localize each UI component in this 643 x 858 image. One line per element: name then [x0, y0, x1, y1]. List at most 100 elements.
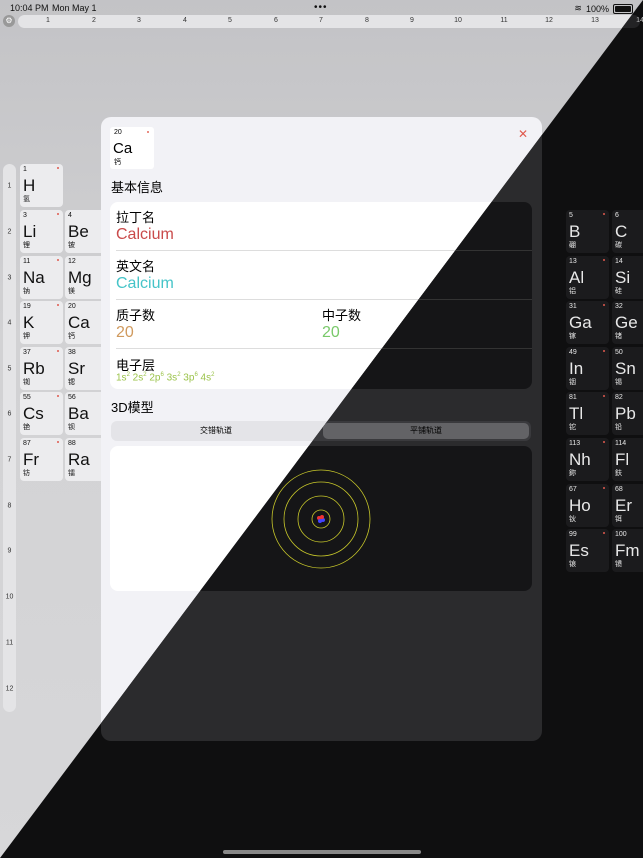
element-cell-tl[interactable]: 81 Tl铊	[566, 392, 609, 435]
element-cell-b[interactable]: 5 B硼	[566, 210, 609, 253]
status-dot	[57, 259, 59, 261]
atomic-number: 19	[23, 303, 31, 310]
element-cell-fm[interactable]: 100 Fm镄	[612, 529, 643, 572]
chip-chinese-name: 钙	[114, 159, 121, 166]
element-symbol: Na	[23, 268, 45, 287]
atomic-number: 67	[569, 486, 577, 493]
battery-percent: 100%	[585, 3, 609, 14]
wifi-icon: ≋	[574, 3, 582, 13]
segment-flat-orbit[interactable]: 平铺轨道	[410, 425, 442, 436]
column-number: 11	[500, 17, 508, 24]
home-indicator[interactable]	[223, 850, 421, 854]
element-cell-ga[interactable]: 31 Ga镓	[566, 301, 609, 344]
chip-atomic-number: 20	[114, 129, 122, 136]
element-cell-er[interactable]: 68 Er铒	[612, 484, 643, 527]
config-term: 4s	[197, 372, 212, 384]
element-chinese-name: 铷	[23, 379, 30, 386]
element-symbol: Ba	[68, 404, 89, 423]
english-name-value: Calcium	[116, 275, 174, 292]
atomic-number: 14	[615, 258, 623, 265]
element-symbol: Pb	[615, 404, 636, 423]
element-symbol: Cs	[23, 404, 44, 423]
latin-name-label: 拉丁名	[116, 210, 156, 225]
element-symbol: Fr	[23, 450, 40, 469]
nucleus-particle	[320, 515, 324, 519]
element-cell-fr[interactable]: 87 Fr钫	[20, 438, 63, 481]
3d-model-heading: 3D模型	[111, 400, 154, 415]
status-dot	[603, 213, 605, 215]
element-cell-pb[interactable]: 82 Pb铅	[612, 392, 643, 435]
element-cell-sn[interactable]: 50 Sn锡	[612, 347, 643, 390]
element-chip: 20 Ca 钙	[110, 127, 154, 169]
element-chinese-name: 铒	[615, 516, 622, 523]
element-symbol: Es	[569, 541, 589, 560]
row-number: 11	[5, 639, 14, 647]
element-symbol: Ra	[68, 450, 90, 469]
segment-staggered-orbit[interactable]: 交错轨道	[200, 425, 232, 436]
english-name-label: 英文名	[116, 259, 156, 274]
orbit-ring	[311, 509, 331, 529]
row-ruler: 123456789101112	[3, 164, 16, 712]
element-symbol: Be	[68, 222, 89, 241]
element-cell-in[interactable]: 49 In铟	[566, 347, 609, 390]
element-cell-ge[interactable]: 32 Ge锗	[612, 301, 643, 344]
element-cell-nh[interactable]: 113 Nh鉨	[566, 438, 609, 481]
status-dot	[57, 167, 59, 169]
element-cell-c[interactable]: 6 C碳	[612, 210, 643, 253]
element-cell-ho[interactable]: 67 Ho钬	[566, 484, 609, 527]
protons-value: 20	[116, 324, 134, 341]
element-cell-si[interactable]: 14 Si硅	[612, 256, 643, 299]
element-chinese-name: 镄	[615, 561, 622, 568]
element-chinese-name: 铅	[615, 424, 622, 431]
corner-settings-icon[interactable]: ⚙	[3, 15, 15, 27]
element-cell-k[interactable]: 19 K钾	[20, 301, 63, 344]
element-chinese-name: 钾	[23, 333, 30, 340]
element-cell-al[interactable]: 13 Al铝	[566, 256, 609, 299]
atomic-number: 11	[23, 258, 31, 265]
element-symbol: Fm	[615, 541, 640, 560]
element-chinese-name: 铊	[569, 424, 576, 431]
config-term: 1s	[116, 372, 127, 384]
atomic-number: 5	[569, 212, 573, 219]
atomic-number: 82	[615, 394, 623, 401]
config-term: 2s	[129, 372, 144, 384]
column-number: 6	[274, 17, 278, 24]
multitasking-dots-icon[interactable]: •••	[314, 2, 328, 13]
element-cell-es[interactable]: 99 Es锿	[566, 529, 609, 572]
basic-info-heading: 基本信息	[111, 180, 164, 195]
element-cell-fl[interactable]: 114 Fl鈇	[612, 438, 643, 481]
nucleus-particle	[318, 519, 322, 523]
column-number: 5	[228, 17, 232, 24]
config-term: 3s	[163, 372, 178, 384]
close-icon[interactable]: ✕	[518, 127, 528, 141]
status-right: ≋100%	[574, 3, 633, 14]
element-symbol: Al	[569, 268, 585, 287]
element-symbol: Ca	[68, 313, 90, 332]
element-cell-na[interactable]: 11 Na钠	[20, 256, 63, 299]
atomic-number: 1	[23, 166, 27, 173]
orbit-ring	[283, 481, 359, 557]
element-cell-cs[interactable]: 55 Cs铯	[20, 392, 63, 435]
row-number: 3	[7, 274, 12, 282]
element-chinese-name: 钙	[68, 333, 75, 340]
status-dot	[603, 350, 605, 352]
column-ruler: 1234567891011121314	[18, 15, 643, 28]
status-bar: 10:04 PMMon May 1 ••• ≋100%	[0, 0, 643, 16]
atomic-number: 87	[23, 440, 31, 447]
column-number: 9	[410, 17, 414, 24]
element-chinese-name: 硅	[615, 288, 622, 295]
element-symbol: Ga	[569, 313, 592, 332]
atomic-number: 32	[615, 303, 623, 310]
row-number: 8	[7, 502, 12, 510]
atomic-number: 81	[569, 394, 577, 401]
column-number: 1	[46, 17, 50, 24]
element-cell-li[interactable]: 3 Li锂	[20, 210, 63, 253]
element-chinese-name: 钠	[23, 288, 30, 295]
row-number: 12	[5, 685, 14, 693]
element-chinese-name: 锡	[615, 379, 622, 386]
element-cell-rb[interactable]: 37 Rb铷	[20, 347, 63, 390]
status-dot	[57, 350, 59, 352]
element-cell-h[interactable]: 1 H氢	[20, 164, 63, 207]
element-chinese-name: 钡	[68, 424, 75, 431]
row-number: 5	[7, 365, 12, 373]
